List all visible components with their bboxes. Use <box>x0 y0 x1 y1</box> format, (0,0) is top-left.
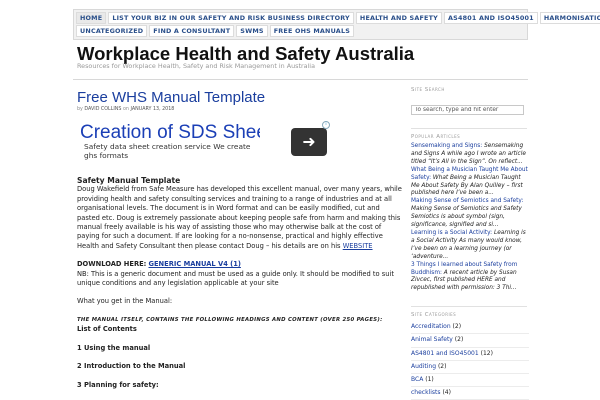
category-count: (12) <box>480 349 493 357</box>
article-content: Safety Manual Template Doug Wakefield fr… <box>77 176 402 390</box>
top-navigation: Home List your biz in our Safety and Ris… <box>73 9 600 40</box>
what-you-get: What you get in the Manual: <box>77 297 173 306</box>
nav-item-find-consultant[interactable]: Find a Consultant <box>149 25 235 37</box>
search-input[interactable] <box>411 105 524 115</box>
category-count: (2) <box>452 323 462 331</box>
list-item: What Being a Musician Taught Me About Sa… <box>411 167 529 199</box>
category-item: Auditing (2) <box>411 361 529 375</box>
category-link[interactable]: AS4801 and ISO45001 <box>411 350 479 357</box>
popular-articles-list: Sensemaking and Signs: Sensemaking and S… <box>411 143 529 293</box>
sidebar: Site Search Popular Articles Sensemaking… <box>411 87 529 400</box>
site-tagline: Resources for Workplace Health, Safety a… <box>77 62 315 70</box>
nav-item-health-and-safety[interactable]: Health and Safety <box>355 12 442 24</box>
header-divider <box>73 79 528 80</box>
download-label: DOWNLOAD HERE: <box>77 260 147 269</box>
download-link[interactable]: GENERIC MANUAL V4 (1) <box>149 260 241 268</box>
site-search-heading: Site Search <box>411 87 445 93</box>
category-link[interactable]: Accreditation <box>411 323 451 330</box>
site-categories-section: Site Categories Accreditation (2) Animal… <box>411 306 529 400</box>
category-item: AS4801 and ISO45001 (12) <box>411 348 529 361</box>
category-item: checklists (4) <box>411 387 529 400</box>
nav-item-business-directory[interactable]: List your biz in our Safety and Risk Bus… <box>108 12 354 24</box>
popular-article-link[interactable]: Making Sense of Semiotics and Safety: <box>411 198 523 204</box>
list-item: Learning is a Social Activity: Learning … <box>411 230 529 262</box>
ad-subline: Safety data sheet creation service We cr… <box>84 142 251 160</box>
category-count: (2) <box>454 336 464 344</box>
ad-arrow-button[interactable]: ➜ <box>291 128 327 156</box>
ad-info-icon[interactable]: i <box>322 121 330 129</box>
categories-list: Accreditation (2) Animal Safety (2) AS48… <box>411 321 529 400</box>
list-item: 3 Things I learned about Safety from Bud… <box>411 262 529 294</box>
popular-articles-heading: Popular Articles <box>411 134 461 140</box>
article-heading: Safety Manual Template <box>77 176 181 185</box>
arrow-right-icon: ➜ <box>302 132 316 151</box>
contents-item-2: 2 Introduction to the Manual <box>77 362 186 371</box>
list-item: Making Sense of Semiotics and Safety: Ma… <box>411 198 529 230</box>
category-link[interactable]: Animal Safety <box>411 336 453 343</box>
website-link[interactable]: WEBSITE <box>343 242 373 250</box>
advertisement[interactable]: Creation of SDS Sheets Safety data sheet… <box>77 120 331 160</box>
post-title[interactable]: Free WHS Manual Template <box>77 89 265 106</box>
list-item: Sensemaking and Signs: Sensemaking and S… <box>411 143 529 167</box>
contents-item-3: 3 Planning for safety: <box>77 380 159 389</box>
nav-row-2: Uncategorized Find a Consultant SWMS Fre… <box>76 25 525 37</box>
category-item: BCA (1) <box>411 374 529 388</box>
category-link[interactable]: checklists <box>411 389 441 396</box>
nb-text: NB: This is a generic document and must … <box>77 269 394 288</box>
article-para1: Doug Wakefield from Safe Measure has dev… <box>77 185 402 250</box>
nav-item-harmonisation[interactable]: Harmonisation <box>539 12 600 24</box>
post-date: JANUARY 13, 2018 <box>130 107 175 112</box>
post-meta-on: on <box>122 107 129 112</box>
category-count: (2) <box>437 362 447 370</box>
category-item: Accreditation (2) <box>411 321 529 335</box>
category-item: Animal Safety (2) <box>411 334 529 348</box>
nav-item-uncategorized[interactable]: Uncategorized <box>76 25 148 37</box>
popular-articles-section: Popular Articles Sensemaking and Signs: … <box>411 128 529 293</box>
manual-itself-text: The manual itself, contains the followin… <box>77 316 383 323</box>
nav-item-home[interactable]: Home <box>76 12 107 24</box>
category-link[interactable]: Auditing <box>411 363 436 370</box>
post-author[interactable]: DAVID COLLINS <box>84 107 121 112</box>
category-link[interactable]: BCA <box>411 376 423 383</box>
popular-article-excerpt: Making Sense of Semiotics and Safety Sem… <box>411 206 522 229</box>
nav-item-free-ohs-manuals[interactable]: Free OHS Manuals <box>269 25 355 37</box>
contents-item-1: 1 Using the manual <box>77 343 151 352</box>
nav-item-swms[interactable]: SWMS <box>236 25 268 37</box>
site-categories-heading: Site Categories <box>411 312 457 319</box>
nav-item-as4801[interactable]: AS4801 and ISO45001 <box>444 12 538 24</box>
ad-headline[interactable]: Creation of SDS Sheets <box>80 122 260 144</box>
download-line: DOWNLOAD HERE: GENERIC MANUAL V4 (1) <box>77 260 402 269</box>
post-meta-prefix: by <box>77 107 83 112</box>
post-meta: by DAVID COLLINS on JANUARY 13, 2018 <box>77 107 174 112</box>
list-of-contents: List of Contents <box>77 325 137 334</box>
nav-row-1: Home List your biz in our Safety and Ris… <box>76 12 600 24</box>
category-count: (1) <box>425 376 434 384</box>
article-paragraph: Doug Wakefield from Safe Measure has dev… <box>77 185 402 251</box>
popular-article-link[interactable]: Sensemaking and Signs: <box>411 143 482 149</box>
popular-article-link[interactable]: Learning is a Social Activity: <box>411 230 492 236</box>
category-count: (4) <box>442 389 451 397</box>
